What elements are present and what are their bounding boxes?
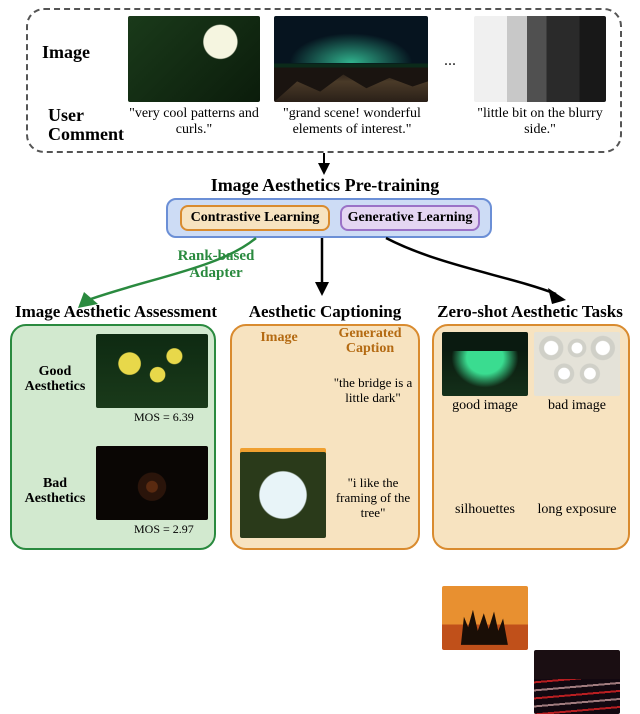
train-comment-2: "grand scene! wonderful elements of inte… <box>268 106 436 138</box>
cap-text-1: "the bridge is a little dark" <box>330 376 416 406</box>
iaa-good-label: Good Aesthetics <box>18 364 92 395</box>
row-label-user: User Comment <box>48 106 124 144</box>
zs-label-1: good image <box>440 398 530 414</box>
cap-image-2 <box>240 452 326 538</box>
ellipsis: ... <box>444 52 456 70</box>
zs-image-1 <box>442 332 528 396</box>
zs-image-3 <box>442 586 528 650</box>
pretraining-heading: Image Aesthetics Pre-training <box>190 175 460 196</box>
arrow-top-to-pretrain <box>318 153 330 175</box>
chip-contrastive-label: Contrastive Learning <box>191 210 320 226</box>
train-comment-3: "little bit on the blurry side." <box>474 106 606 138</box>
cap-col-caption: Generated Caption <box>326 326 414 357</box>
chip-contrastive: Contrastive Learning <box>180 205 330 231</box>
iaa-heading: Image Aesthetic Assessment <box>2 302 230 322</box>
zs-label-3: silhouettes <box>440 502 530 518</box>
train-comment-1: "very cool patterns and curls." <box>128 106 260 138</box>
arrow-to-zeroshot <box>380 238 580 310</box>
row-label-image: Image <box>42 42 90 63</box>
train-image-1 <box>128 16 260 102</box>
iaa-bad-mos: MOS = 2.97 <box>134 522 194 537</box>
zeroshot-heading: Zero-shot Aesthetic Tasks <box>424 302 636 322</box>
iaa-good-mos: MOS = 6.39 <box>134 410 194 425</box>
captioning-heading: Aesthetic Captioning <box>232 302 418 322</box>
arrow-to-captioning <box>314 238 330 298</box>
cap-col-image: Image <box>244 330 314 345</box>
row-label-comment-l2: Comment <box>48 124 124 144</box>
zs-image-4 <box>534 650 620 714</box>
iaa-bad-label: Bad Aesthetics <box>18 476 92 507</box>
chip-generative-label: Generative Learning <box>348 210 473 226</box>
zs-label-2: bad image <box>532 398 622 414</box>
iaa-bad-image <box>96 446 208 520</box>
iaa-good-image <box>96 334 208 408</box>
train-image-3 <box>474 16 606 102</box>
row-label-user-l1: User <box>48 105 84 125</box>
zs-label-4: long exposure <box>532 502 622 518</box>
cap-text-2: "i like the framing of the tree" <box>330 476 416 521</box>
zs-image-2 <box>534 332 620 396</box>
train-image-2 <box>274 16 428 102</box>
chip-generative: Generative Learning <box>340 205 480 231</box>
